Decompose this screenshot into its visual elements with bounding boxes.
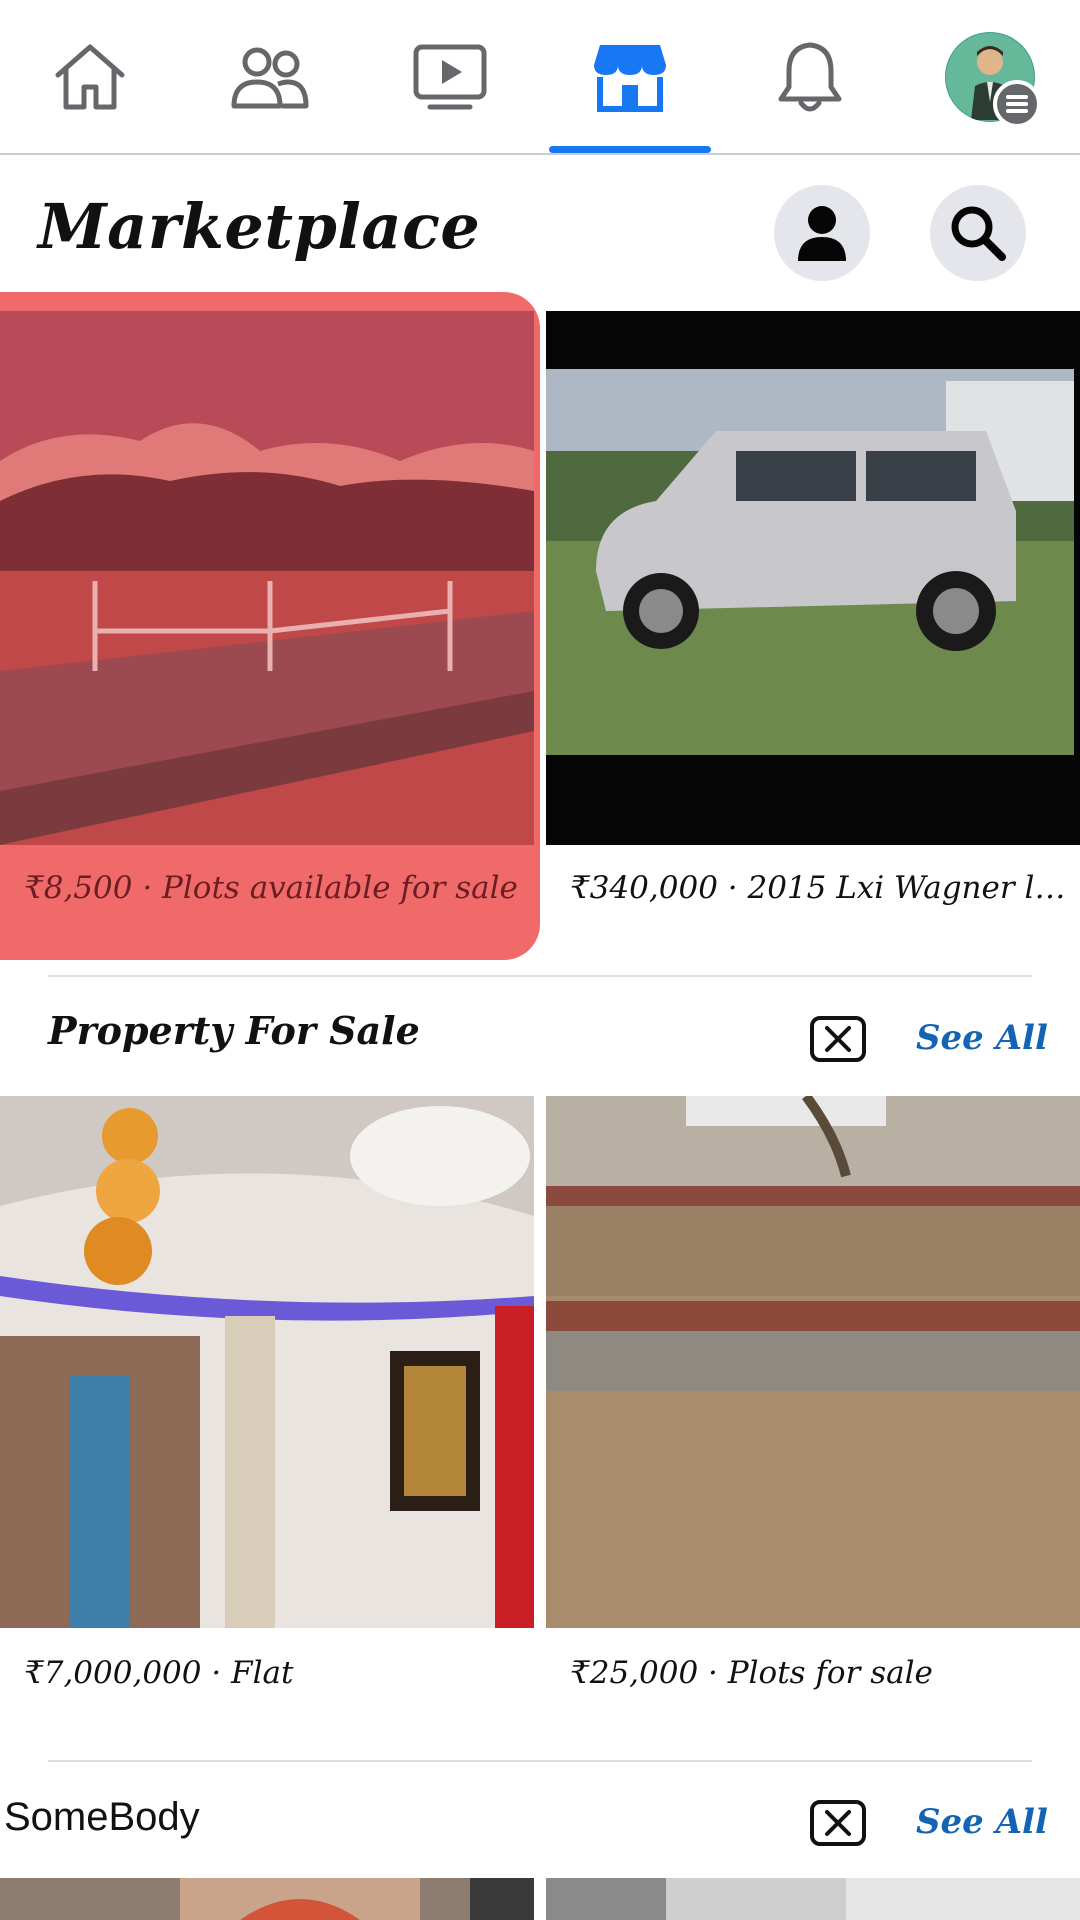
partial-photo [0, 1878, 534, 1920]
nav-notifications-tab[interactable] [720, 0, 900, 153]
person-icon [798, 206, 846, 261]
listing-price-plots-2[interactable]: ₹25,000 · Plots for sale [570, 1655, 1075, 1691]
section-divider [48, 975, 1032, 977]
listing-image-partial[interactable] [546, 1878, 1080, 1920]
plot-land-photo [0, 311, 534, 845]
search-icon [951, 206, 1006, 261]
flat-interior-photo [0, 1096, 534, 1628]
bell-icon [778, 42, 842, 111]
marketplace-store-icon [594, 44, 666, 112]
listing-image-car[interactable] [546, 311, 1080, 845]
search-button[interactable] [930, 185, 1026, 281]
menu-badge [993, 79, 1041, 128]
listing-image-flat[interactable] [0, 1096, 534, 1628]
section-title-property: Property For Sale [48, 1008, 420, 1053]
home-icon [55, 44, 125, 109]
nav-marketplace-tab[interactable] [540, 0, 720, 153]
nav-home-tab[interactable] [0, 0, 180, 153]
close-icon [825, 1810, 851, 1836]
listing-image-plots[interactable] [0, 311, 534, 845]
profile-button[interactable] [774, 185, 870, 281]
hamburger-menu-icon [1006, 94, 1028, 113]
see-all-link[interactable]: See All [916, 1802, 1048, 1842]
page-title: Marketplace [38, 190, 481, 263]
listing-price-plots[interactable]: ₹8,500 · Plots available for sale [24, 870, 529, 906]
friends-icon [231, 47, 309, 108]
car-photo [546, 311, 1080, 845]
section-divider [48, 1760, 1032, 1762]
nav-friends-tab[interactable] [180, 0, 360, 153]
avatar [945, 31, 1041, 128]
hide-section-button[interactable] [810, 1016, 866, 1062]
hide-section-button[interactable] [810, 1800, 866, 1846]
close-icon [825, 1026, 851, 1052]
plot-ground-photo [546, 1096, 1080, 1628]
active-tab-indicator [549, 146, 711, 153]
listing-price-car[interactable]: ₹340,000 · 2015 Lxi Wagner lxi L... [570, 870, 1080, 906]
listing-price-flat[interactable]: ₹7,000,000 · Flat [24, 1655, 529, 1691]
video-play-icon [413, 44, 487, 109]
see-all-link[interactable]: See All [916, 1018, 1048, 1058]
section-title-somebody: SomeBody [4, 1795, 200, 1839]
nav-profile-menu-tab[interactable] [900, 0, 1080, 153]
listing-image-plots-2[interactable] [546, 1096, 1080, 1628]
nav-watch-tab[interactable] [360, 0, 540, 153]
partial-photo [546, 1878, 1080, 1920]
listing-image-partial[interactable] [0, 1878, 534, 1920]
